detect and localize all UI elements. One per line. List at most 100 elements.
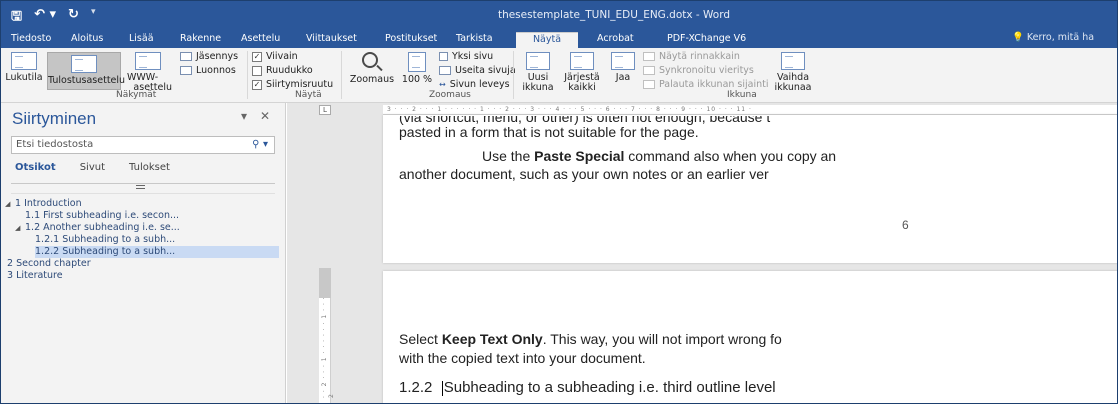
- tab-selector[interactable]: L: [319, 105, 331, 115]
- group-label-ikkuna: Ikkuna: [727, 90, 757, 100]
- split-icon: [611, 52, 635, 70]
- nav-tab-otsikot[interactable]: Otsikot: [15, 162, 56, 173]
- lightbulb-icon: 💡: [1012, 32, 1024, 43]
- vaihda-ikkunaa-button[interactable]: Vaihda ikkunaa: [767, 52, 819, 93]
- page-7[interactable]: Select Keep Text Only. This way, you wil…: [383, 271, 1117, 403]
- nav-tab-sivut[interactable]: Sivut: [80, 162, 105, 173]
- siirtymisruutu-checkbox[interactable]: ✓ Siirtymisruutu: [252, 79, 333, 90]
- uusi-ikkuna-button[interactable]: Uusi ikkuna: [519, 52, 557, 93]
- expanded-triangle-icon[interactable]: ◢: [15, 222, 25, 234]
- reset-position-icon: [643, 80, 655, 89]
- horizontal-ruler[interactable]: 3 · · · 2 · · · 1 · · · · · · 1 · · · 2 …: [383, 105, 1117, 115]
- new-window-icon: [526, 52, 550, 70]
- viivain-checkbox[interactable]: ✓ Viivain: [252, 51, 298, 62]
- body-text-line: with the copied text into your document.: [399, 350, 646, 366]
- web-layout-icon: [135, 52, 161, 70]
- heading-item[interactable]: ◢ 1.2 Another subheading i.e. se...: [15, 222, 180, 234]
- heading-item[interactable]: 1.1 First subheading i.e. secon...: [25, 210, 179, 222]
- jaa-button[interactable]: Jaa: [607, 52, 639, 83]
- page-number: 6: [902, 218, 909, 232]
- zoomaus-button[interactable]: Zoomaus: [347, 52, 397, 85]
- close-icon[interactable]: ✕: [260, 109, 270, 123]
- multiple-pages-icon: [439, 66, 451, 75]
- body-text-line: pasted in a form that is not suitable fo…: [399, 124, 699, 140]
- window-title: thesestemplate_TUNI_EDU_ENG.dotx - Word: [497, 9, 731, 21]
- switch-windows-icon: [781, 52, 805, 70]
- tab-pdf-xchange[interactable]: PDF-XChange V6: [663, 32, 750, 48]
- heading-item[interactable]: 3 Literature: [7, 270, 63, 282]
- body-text-line: another document, such as your own notes…: [399, 166, 769, 182]
- heading-item[interactable]: 2 Second chapter: [7, 258, 91, 270]
- nav-tab-tulokset[interactable]: Tulokset: [129, 162, 170, 173]
- nav-tabs: Otsikot Sivut Tulokset: [15, 162, 170, 173]
- jasennys-button[interactable]: Jäsennys: [180, 51, 238, 62]
- tab-tarkista[interactable]: Tarkista: [452, 32, 497, 48]
- tab-postitukset[interactable]: Postitukset: [381, 32, 441, 48]
- page-6[interactable]: (via shortcut, menu, or other) is often …: [383, 115, 1117, 263]
- nayta-rinnakkain-button[interactable]: Näytä rinnakkain: [643, 51, 740, 62]
- drag-handle-icon[interactable]: [136, 185, 145, 189]
- vertical-ruler-labels: · · 2 · · · 1 · · · · · · 1 · · · 2: [321, 296, 335, 398]
- www-asettelu-button[interactable]: WWW- asettelu: [124, 52, 172, 93]
- synkronoitu-vieritys-button[interactable]: Synkronoitu vieritys: [643, 65, 754, 76]
- side-by-side-icon: [643, 52, 655, 61]
- tab-tiedosto[interactable]: Tiedosto: [7, 32, 55, 48]
- luonnos-button[interactable]: Luonnos: [180, 65, 236, 76]
- heading-item-selected[interactable]: 1.2.2 Subheading to a subh...: [35, 246, 279, 258]
- page-width-icon: ↔: [439, 80, 446, 89]
- tulostusasettelu-button[interactable]: Tulostusasettelu: [47, 52, 125, 90]
- group-label-zoomaus: Zoomaus: [429, 90, 471, 100]
- zoom-100-button[interactable]: 100 %: [399, 52, 435, 85]
- expanded-triangle-icon[interactable]: ◢: [5, 198, 15, 210]
- read-mode-icon: [11, 52, 37, 70]
- divider: [11, 193, 275, 194]
- jarjesta-kaikki-button[interactable]: Järjestä kaikki: [559, 52, 605, 93]
- word-window: 🖫 ↶ ▾ ↻ ▾ thesestemplate_TUNI_EDU_ENG.do…: [0, 0, 1118, 404]
- tab-aloitus[interactable]: Aloitus: [67, 32, 107, 48]
- group-separator: [341, 51, 342, 99]
- tab-viittaukset[interactable]: Viittaukset: [302, 32, 361, 48]
- checkbox-icon: ✓: [252, 51, 262, 62]
- ribbon-nayta: Lukutila Tulostusasettelu WWW- asettelu …: [1, 48, 1117, 103]
- text-cursor: [441, 380, 443, 396]
- print-layout-icon: [71, 55, 97, 73]
- tab-lisaa[interactable]: Lisää: [125, 32, 158, 48]
- body-text-line: Use the Paste Special command also when …: [482, 148, 837, 164]
- draft-icon: [180, 66, 192, 75]
- nav-pane-title: Siirtyminen: [12, 109, 97, 128]
- tab-rakenne[interactable]: Rakenne: [176, 32, 225, 48]
- search-icon[interactable]: ⚲ ▾: [252, 139, 268, 150]
- group-label-nayta: Näytä: [295, 90, 322, 100]
- tab-acrobat[interactable]: Acrobat: [593, 32, 638, 48]
- chevron-down-icon[interactable]: ▾: [241, 109, 247, 123]
- one-page-icon: [439, 52, 448, 61]
- document-area[interactable]: L 3 · · · 2 · · · 1 · · · · · · 1 · · · …: [287, 103, 1117, 403]
- divider: [11, 183, 275, 184]
- tab-asettelu[interactable]: Asettelu: [237, 32, 284, 48]
- sync-scroll-icon: [643, 66, 655, 75]
- lukutila-button[interactable]: Lukutila: [3, 52, 45, 83]
- navigation-pane: Siirtyminen ▾ ✕ Etsi tiedostosta ⚲ ▾ Ots…: [1, 103, 286, 403]
- nav-search-input[interactable]: Etsi tiedostosta ⚲ ▾: [11, 136, 275, 154]
- group-separator: [513, 51, 514, 99]
- magnifier-icon: [362, 52, 378, 68]
- tell-me-box[interactable]: 💡 Kerro, mitä ha: [1012, 32, 1094, 43]
- checkbox-icon: ✓: [252, 79, 262, 90]
- group-label-nakymat: Näkymät: [116, 90, 157, 100]
- arrange-all-icon: [570, 52, 594, 70]
- heading-item[interactable]: 1.2.1 Subheading to a subh...: [35, 234, 175, 246]
- sivun-leveys-button[interactable]: ↔ Sivun leveys: [439, 79, 510, 90]
- ribbon-tabs: Tiedosto Aloitus Lisää Rakenne Asettelu …: [1, 30, 1117, 48]
- yksi-sivu-button[interactable]: Yksi sivu: [439, 51, 493, 62]
- useita-sivuja-button[interactable]: Useita sivuja: [439, 65, 516, 76]
- heading-3: 1.2.2 Subheading to a subheading i.e. th…: [399, 379, 776, 396]
- page-100-icon: [408, 52, 426, 72]
- title-bar: 🖫 ↶ ▾ ↻ ▾ thesestemplate_TUNI_EDU_ENG.do…: [1, 1, 1117, 30]
- ruudukko-checkbox[interactable]: Ruudukko: [252, 65, 313, 76]
- palauta-ikkunan-sijainti-button[interactable]: Palauta ikkunan sijainti: [643, 79, 769, 90]
- outline-icon: [180, 52, 192, 61]
- tab-nayta[interactable]: Näytä: [516, 32, 578, 48]
- body-text-line: Select Keep Text Only. This way, you wil…: [399, 331, 782, 347]
- group-separator: [247, 51, 248, 99]
- heading-item[interactable]: ◢ 1 Introduction: [5, 198, 82, 210]
